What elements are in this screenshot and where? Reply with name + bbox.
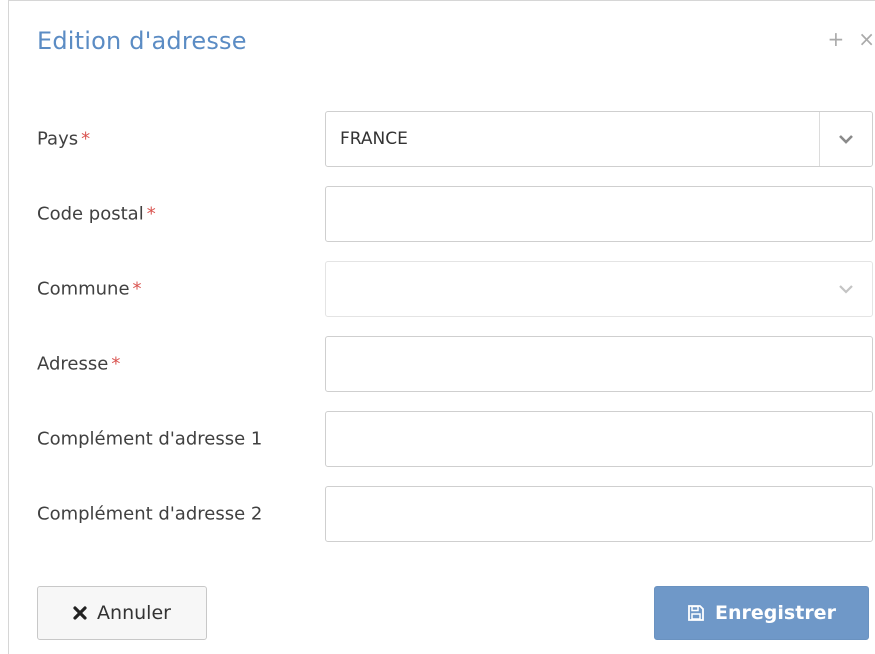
- code-postal-label-text: Code postal: [37, 203, 144, 225]
- adresse-field: [325, 336, 873, 392]
- required-asterisk: *: [146, 203, 156, 225]
- save-button[interactable]: Enregistrer: [654, 586, 869, 640]
- pays-selected-value: FRANCE: [340, 129, 408, 149]
- commune-dropdown-toggle[interactable]: [820, 262, 872, 316]
- pays-label-text: Pays: [37, 128, 79, 150]
- form-row-pays: Pays * FRANCE: [37, 111, 875, 167]
- cancel-button-label: Annuler: [97, 602, 171, 624]
- commune-label-text: Commune: [37, 278, 130, 300]
- adresse-label: Adresse *: [37, 354, 120, 375]
- pays-dropdown-toggle[interactable]: [819, 112, 872, 166]
- floppy-disk-icon: [687, 604, 705, 622]
- form-row-adresse: Adresse *: [37, 336, 875, 392]
- form-row-complement-1: Complément d'adresse 1: [37, 411, 875, 467]
- complement-2-input[interactable]: [326, 487, 872, 541]
- required-asterisk: *: [111, 353, 121, 375]
- dialog-title-actions: + ×: [827, 29, 875, 49]
- times-icon: [73, 606, 87, 620]
- cancel-button[interactable]: Annuler: [37, 586, 207, 640]
- pays-label: Pays *: [37, 129, 90, 150]
- pays-select[interactable]: FRANCE: [325, 111, 873, 167]
- required-asterisk: *: [81, 128, 91, 150]
- code-postal-field: [325, 186, 873, 242]
- required-asterisk: *: [132, 278, 142, 300]
- maximize-icon[interactable]: +: [827, 29, 844, 49]
- code-postal-label: Code postal *: [37, 204, 156, 225]
- complement-1-label: Complément d'adresse 1: [37, 428, 263, 450]
- save-button-label: Enregistrer: [715, 602, 836, 624]
- complement-2-label: Complément d'adresse 2: [37, 503, 263, 525]
- commune-label: Commune *: [37, 279, 142, 300]
- form-row-code-postal: Code postal *: [37, 186, 875, 242]
- adresse-label-text: Adresse: [37, 353, 109, 375]
- chevron-down-icon: [839, 285, 853, 294]
- commune-select[interactable]: [325, 261, 873, 317]
- form-row-commune: Commune *: [37, 261, 875, 317]
- adresse-input[interactable]: [326, 337, 872, 391]
- complement-2-field: [325, 486, 873, 542]
- dialog-title: Edition d'adresse: [37, 27, 247, 55]
- close-icon[interactable]: ×: [858, 29, 875, 49]
- form-row-complement-2: Complément d'adresse 2: [37, 486, 875, 542]
- complement-1-input[interactable]: [326, 412, 872, 466]
- chevron-down-icon: [839, 135, 853, 144]
- address-edit-dialog: Edition d'adresse + × Pays * FRANCE Code …: [8, 0, 875, 654]
- complement-1-field: [325, 411, 873, 467]
- code-postal-input[interactable]: [326, 187, 872, 241]
